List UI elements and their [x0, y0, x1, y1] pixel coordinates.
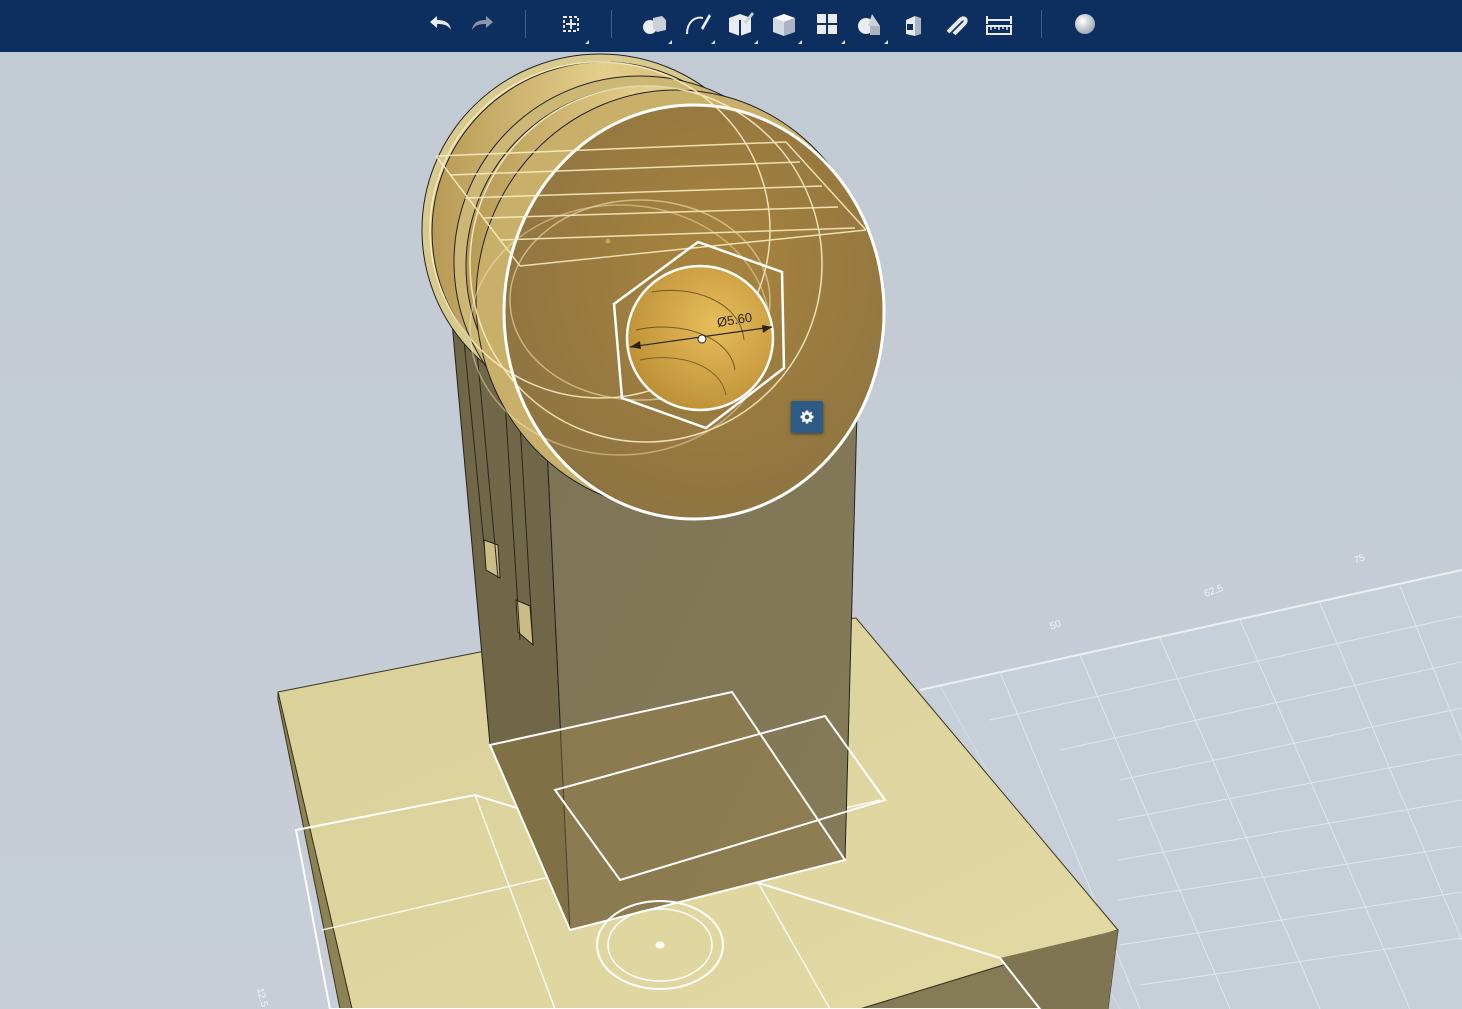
primitives-button[interactable]: [634, 4, 674, 44]
measure-icon: [986, 16, 1012, 35]
combine-button[interactable]: [893, 4, 933, 44]
sketch-button[interactable]: [677, 4, 717, 44]
material-icon: [1075, 14, 1095, 34]
undo-button[interactable]: [420, 4, 460, 44]
top-toolbar: [0, 0, 1462, 52]
pattern-button[interactable]: [807, 4, 847, 44]
gear-icon: [800, 410, 814, 424]
modify-button[interactable]: [764, 4, 804, 44]
modify-icon: [773, 14, 795, 36]
toolbar-separator: [525, 10, 526, 38]
redo-arrow-icon: [472, 16, 493, 30]
grouping-button[interactable]: [850, 4, 890, 44]
3d-viewport[interactable]: Ø5.60 75 62.5 50 12.5: [0, 52, 1462, 1009]
3d-scene[interactable]: [0, 52, 1462, 1009]
toolbar-separator: [1041, 10, 1042, 38]
sketch-icon: [686, 14, 711, 35]
snap-icon: [946, 16, 968, 36]
undo-arrow-icon: [430, 16, 451, 30]
transform-icon: [563, 16, 579, 32]
snap-button[interactable]: [936, 4, 976, 44]
toolbar-separator: [611, 10, 612, 38]
transform-button[interactable]: [551, 4, 591, 44]
combine-icon: [906, 16, 921, 36]
measure-button[interactable]: [979, 4, 1019, 44]
construct-button[interactable]: [720, 4, 760, 44]
grouping-icon: [858, 14, 880, 35]
pattern-icon: [817, 14, 837, 34]
redo-button[interactable]: [463, 4, 503, 44]
material-button[interactable]: [1065, 4, 1105, 44]
primitives-icon: [643, 16, 666, 34]
construct-icon: [729, 12, 754, 36]
settings-gear-button[interactable]: [791, 401, 823, 433]
